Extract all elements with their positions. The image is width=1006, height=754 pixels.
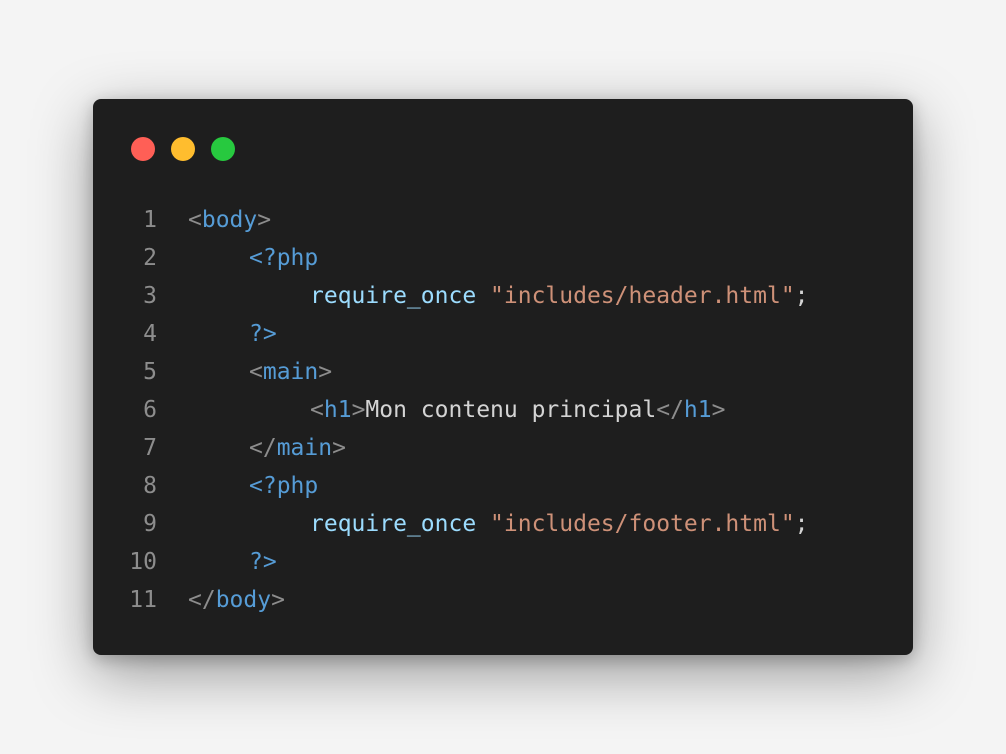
line-code: <h1>Mon contenu principal</h1> — [188, 391, 725, 429]
line-number: 6 — [143, 397, 157, 423]
code-token-tag: <?php — [249, 245, 319, 271]
line-code: ?> — [188, 315, 277, 353]
code-token-bracket: < — [249, 359, 263, 385]
line-number: 7 — [143, 435, 157, 461]
code-line: 11 </body> — [93, 581, 913, 619]
code-token-bracket: > — [271, 587, 285, 613]
code-token-string: "includes/header.html" — [490, 283, 795, 309]
line-number: 3 — [143, 283, 157, 309]
line-code: </body> — [188, 581, 285, 619]
code-line: 5 <main> — [93, 353, 913, 391]
code-token-tag: h1 — [323, 397, 352, 423]
code-token-text: ; — [794, 283, 809, 309]
code-token-function: require_once — [310, 511, 477, 537]
maximize-window-icon[interactable] — [211, 137, 235, 161]
code-line: 1 <body> — [93, 201, 913, 239]
code-line: 3 require_once "includes/header.html"; — [93, 277, 913, 315]
code-line: 6 <h1>Mon contenu principal</h1> — [93, 391, 913, 429]
code-token-bracket: </ — [188, 587, 216, 613]
code-line: 8 <?php — [93, 467, 913, 505]
minimize-window-icon[interactable] — [171, 137, 195, 161]
code-line: 10 ?> — [93, 543, 913, 581]
line-number: 1 — [143, 207, 157, 233]
code-line: 7 </main> — [93, 429, 913, 467]
line-code: <body> — [188, 201, 271, 239]
code-token-tag: h1 — [683, 397, 712, 423]
code-token-bracket: > — [711, 397, 726, 423]
code-token-bracket: </ — [249, 435, 277, 461]
code-token-tag: main — [276, 435, 333, 461]
code-token-tag: <?php — [249, 473, 319, 499]
code-token-bracket: < — [310, 397, 324, 423]
line-number: 4 — [143, 321, 157, 347]
code-line: 9 require_once "includes/footer.html"; — [93, 505, 913, 543]
code-token-bracket: < — [188, 207, 202, 233]
line-code: </main> — [188, 429, 346, 467]
line-code: require_once "includes/footer.html"; — [188, 505, 809, 543]
code-token-bracket: > — [257, 207, 272, 233]
code-window: 1 <body> 2 <?php 3 require_once "includes/hea… — [93, 99, 913, 655]
line-code: require_once "includes/header.html"; — [188, 277, 809, 315]
line-number: 11 — [129, 587, 157, 613]
line-code: <?php — [188, 239, 318, 277]
close-window-icon[interactable] — [131, 137, 155, 161]
line-number: 10 — [129, 549, 157, 575]
code-token-tag: ?> — [249, 321, 277, 347]
line-number: 2 — [143, 245, 157, 271]
line-number: 5 — [143, 359, 157, 385]
code-token-tag: ?> — [249, 549, 277, 575]
code-token-bracket: > — [318, 359, 333, 385]
line-code: ?> — [188, 543, 277, 581]
code-token-text: Mon contenu principal — [365, 397, 657, 423]
code-token-tag: body — [201, 207, 258, 233]
code-token-tag: body — [215, 587, 272, 613]
line-number: 9 — [143, 511, 157, 537]
code-token-text: ; — [794, 511, 809, 537]
code-editor: 1 <body> 2 <?php 3 require_once "includes/hea… — [93, 201, 913, 619]
code-token-string: "includes/footer.html" — [490, 511, 795, 537]
code-token-tag: main — [262, 359, 319, 385]
line-code: <main> — [188, 353, 332, 391]
line-code: <?php — [188, 467, 318, 505]
code-line: 2 <?php — [93, 239, 913, 277]
line-number: 8 — [143, 473, 157, 499]
code-token-bracket: > — [332, 435, 346, 461]
code-token-bracket: </ — [656, 397, 684, 423]
code-token-function: require_once — [310, 283, 477, 309]
code-token-bracket: > — [351, 397, 366, 423]
code-line: 4 ?> — [93, 315, 913, 353]
